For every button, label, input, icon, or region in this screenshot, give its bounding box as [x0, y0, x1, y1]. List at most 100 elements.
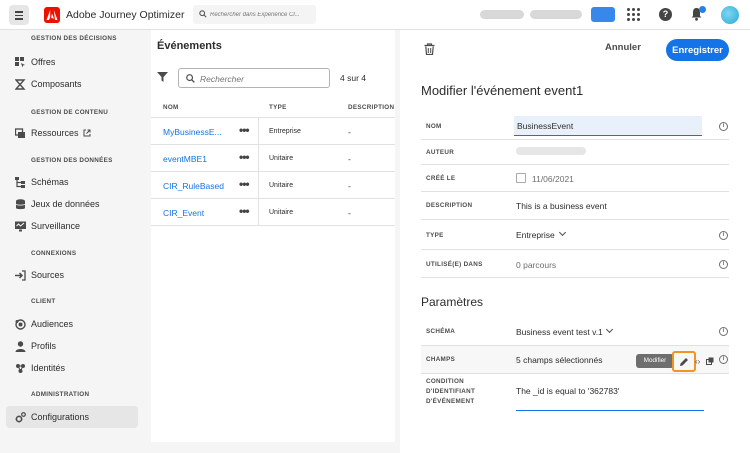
used-in-value: 0 parcours: [516, 260, 557, 270]
more-actions-icon[interactable]: •••: [239, 150, 250, 164]
chevron-down-icon[interactable]: [558, 228, 567, 237]
apps-grid-icon[interactable]: [627, 8, 641, 22]
global-search-input[interactable]: [210, 7, 314, 22]
edit-fields-button[interactable]: [672, 351, 696, 372]
table-row[interactable]: eventMBE1 ••• Unitaire -: [151, 145, 395, 172]
divider: [258, 118, 259, 145]
assets-icon: [15, 128, 25, 138]
app-title[interactable]: Adobe Journey Optimizer: [66, 9, 184, 21]
field-row-created: CRÉÉ LE 11/06/2021: [421, 165, 729, 192]
field-label: D'ÉVÉNEMENT: [426, 398, 475, 405]
sandbox-selector[interactable]: [530, 10, 582, 19]
more-actions-icon[interactable]: •••: [239, 204, 250, 218]
sidebar-item-configurations[interactable]: Configurations: [6, 406, 138, 428]
trash-icon[interactable]: [424, 43, 435, 55]
column-header-description[interactable]: DESCRIPTION: [348, 104, 394, 111]
cancel-button[interactable]: Annuler: [605, 42, 641, 53]
condition-value[interactable]: The _id is equal to '362783': [516, 386, 619, 396]
code-icon[interactable]: ‹›: [695, 357, 700, 366]
edit-tooltip: Modifier: [636, 354, 674, 368]
created-date: 11/06/2021: [532, 174, 574, 184]
parameters-title: Paramètres: [421, 295, 484, 309]
divider: [258, 145, 259, 172]
sidebar-item-monitoring[interactable]: Surveillance: [6, 215, 138, 237]
column-header-type[interactable]: TYPE: [269, 104, 287, 111]
info-icon[interactable]: i: [719, 327, 728, 336]
sidebar-item-identities[interactable]: Identités: [6, 357, 138, 379]
sidebar-item-offers[interactable]: Offres: [6, 51, 138, 73]
info-icon[interactable]: i: [719, 260, 728, 269]
org-selector[interactable]: [480, 10, 524, 19]
save-button[interactable]: Enregistrer: [666, 39, 729, 61]
info-icon[interactable]: i: [719, 355, 728, 364]
field-label: SCHÉMA: [426, 328, 456, 335]
event-type: Unitaire: [269, 182, 294, 189]
sidebar-item-profiles[interactable]: Profils: [6, 335, 138, 357]
more-actions-icon[interactable]: •••: [239, 177, 250, 191]
notification-badge: [699, 6, 706, 13]
sidebar-item-audiences[interactable]: Audiences: [6, 313, 138, 335]
table-row[interactable]: MyBusinessE... ••• Entreprise -: [151, 118, 395, 145]
sidebar: GESTION DES DÉCISIONS Offres Composants …: [0, 30, 146, 453]
table-header: NOM TYPE DESCRIPTION: [151, 96, 395, 118]
event-name-link[interactable]: CIR_Event: [163, 208, 231, 218]
name-input[interactable]: BusinessEvent: [514, 116, 702, 136]
event-name-link[interactable]: CIR_RuleBased: [163, 181, 231, 191]
sandbox-badge[interactable]: [591, 7, 615, 22]
type-dropdown[interactable]: Entreprise: [516, 230, 555, 240]
sidebar-item-components[interactable]: Composants: [6, 73, 138, 95]
field-label: CONDITION: [426, 378, 465, 385]
filter-icon[interactable]: [157, 72, 168, 82]
table-row[interactable]: CIR_Event ••• Unitaire -: [151, 199, 395, 226]
field-row-type: TYPE Entreprise i: [421, 220, 729, 250]
sidebar-item-label: Composants: [31, 79, 82, 89]
field-row-description: DESCRIPTION This is a business event: [421, 192, 729, 220]
calendar-icon: [516, 173, 526, 183]
top-bar: Adobe Journey Optimizer ?: [0, 0, 750, 30]
event-description: -: [348, 208, 351, 218]
more-actions-icon[interactable]: •••: [239, 123, 250, 137]
events-search-input[interactable]: [200, 72, 328, 85]
events-title: Événements: [157, 40, 222, 52]
sidebar-item-label: Jeux de données: [31, 199, 100, 209]
components-icon: [15, 79, 26, 90]
divider: [258, 199, 259, 226]
sidebar-item-assets[interactable]: Ressources: [6, 122, 138, 144]
monitoring-icon: [15, 221, 26, 232]
event-description: -: [348, 181, 351, 191]
event-name-link[interactable]: MyBusinessE...: [163, 127, 231, 137]
sidebar-item-label: Surveillance: [31, 221, 81, 231]
table-row[interactable]: CIR_RuleBased ••• Unitaire -: [151, 172, 395, 199]
info-icon[interactable]: i: [719, 231, 728, 240]
author-value: [516, 147, 586, 155]
event-name-link[interactable]: eventMBE1: [163, 154, 231, 164]
event-type: Entreprise: [269, 128, 301, 135]
field-row-used-in: UTILISÉ(E) DANS 0 parcours i: [421, 250, 729, 278]
profile-icon: [15, 341, 26, 352]
copy-icon[interactable]: [706, 357, 714, 365]
sidebar-section-data: GESTION DES DONNÉES: [31, 157, 113, 164]
field-label: TYPE: [426, 232, 444, 239]
sidebar-item-schemas[interactable]: Schémas: [6, 171, 138, 193]
result-count: 4 sur 4: [340, 73, 366, 83]
sidebar-item-sources[interactable]: Sources: [6, 264, 138, 286]
editor-title: Modifier l'événement event1: [421, 83, 584, 98]
bell-icon[interactable]: [690, 6, 706, 22]
column-header-name[interactable]: NOM: [163, 104, 179, 111]
menu-icon[interactable]: [9, 5, 29, 25]
datasets-icon: [15, 199, 26, 210]
info-icon[interactable]: i: [719, 122, 728, 131]
description-value[interactable]: This is a business event: [516, 201, 607, 211]
chevron-down-icon[interactable]: [605, 325, 614, 334]
gear-icon: [15, 412, 26, 423]
search-icon: [186, 74, 195, 83]
sidebar-section-customer: CLIENT: [31, 298, 56, 305]
global-search[interactable]: [193, 5, 316, 24]
sidebar-item-label: Audiences: [31, 319, 74, 329]
sidebar-item-datasets[interactable]: Jeux de données: [6, 193, 138, 215]
events-search[interactable]: [178, 68, 330, 88]
help-icon[interactable]: ?: [659, 8, 672, 21]
sources-icon: [15, 270, 26, 281]
schema-dropdown[interactable]: Business event test v.1: [516, 327, 603, 337]
avatar[interactable]: [721, 6, 739, 24]
